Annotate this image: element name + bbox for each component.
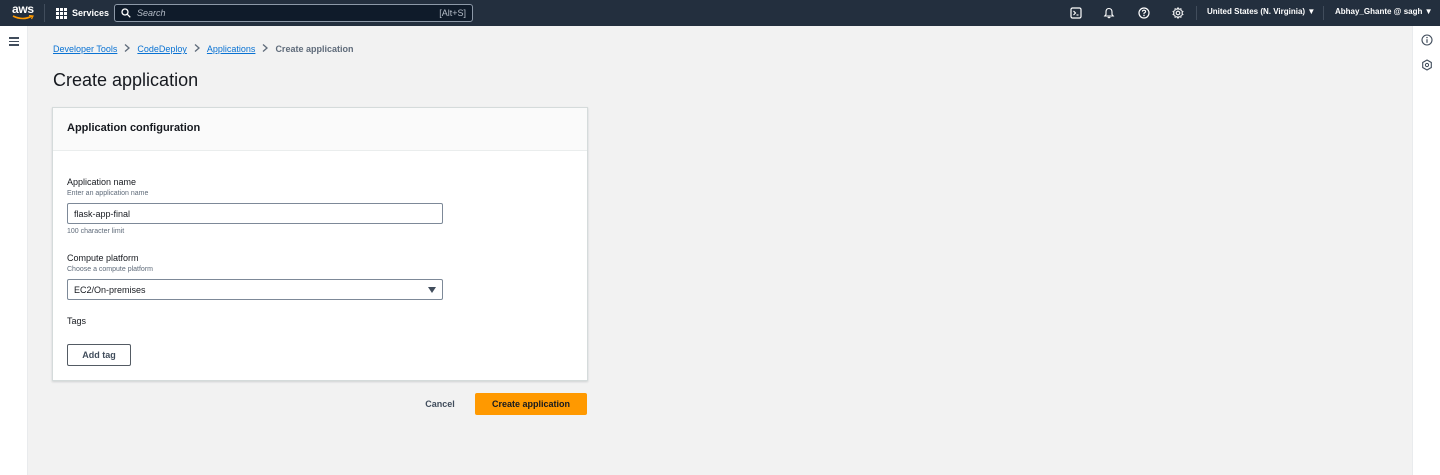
- nav-divider: [1196, 6, 1197, 20]
- application-configuration-panel: Application configuration Application na…: [52, 107, 588, 381]
- compute-platform-description: Choose a compute platform: [67, 266, 153, 273]
- notifications-icon[interactable]: [1102, 6, 1116, 20]
- aws-logo-text: aws: [12, 2, 34, 16]
- caret-down-icon: ▼: [1424, 7, 1433, 16]
- left-navigation-rail: [0, 26, 28, 475]
- nav-divider: [1323, 6, 1324, 20]
- application-name-label: Application name: [67, 177, 137, 187]
- caret-down-icon: ▼: [1307, 7, 1316, 16]
- account-label: Abhay_Ghante @ sagh: [1335, 7, 1423, 16]
- create-application-button[interactable]: Create application: [475, 393, 587, 415]
- caret-down-icon: [428, 286, 436, 293]
- compute-platform-label: Compute platform: [67, 253, 139, 263]
- breadcrumb: Developer Tools CodeDeploy Applications …: [53, 44, 353, 54]
- compute-platform-select[interactable]: EC2/On-premises: [67, 279, 443, 300]
- compute-platform-value: EC2/On-premises: [74, 284, 146, 295]
- help-icon[interactable]: [1137, 6, 1151, 20]
- feedback-icon[interactable]: [1421, 58, 1433, 71]
- settings-icon[interactable]: [1171, 6, 1185, 20]
- panel-header: Application configuration: [53, 108, 587, 151]
- breadcrumb-developer-tools[interactable]: Developer Tools: [53, 44, 117, 54]
- right-tools-rail: [1412, 26, 1440, 475]
- region-selector[interactable]: United States (N. Virginia) ▼: [1207, 7, 1315, 16]
- services-grid-icon: [56, 7, 67, 19]
- search-input[interactable]: [137, 8, 440, 18]
- cancel-button[interactable]: Cancel: [418, 393, 462, 415]
- search-bar[interactable]: [Alt+S]: [114, 4, 473, 22]
- add-tag-button[interactable]: Add tag: [67, 344, 131, 366]
- tags-label: Tags: [67, 316, 87, 326]
- panel-title: Application configuration: [67, 122, 201, 134]
- search-icon: [121, 8, 131, 18]
- services-label: Services: [72, 8, 110, 18]
- page-title: Create application: [53, 70, 199, 90]
- top-navigation: aws Services [Alt+S]: [0, 0, 1440, 26]
- region-label: United States (N. Virginia): [1207, 7, 1306, 16]
- aws-logo[interactable]: aws: [12, 3, 36, 23]
- chevron-right-icon: [124, 44, 131, 54]
- chevron-right-icon: [194, 44, 200, 54]
- breadcrumb-codedeploy[interactable]: CodeDeploy: [137, 44, 187, 54]
- services-menu-button[interactable]: Services: [56, 6, 109, 20]
- nav-divider: [44, 4, 45, 22]
- breadcrumb-current: Create application: [275, 44, 354, 54]
- application-name-constraint: 100 character limit: [67, 228, 125, 235]
- cloudshell-icon[interactable]: [1069, 6, 1083, 20]
- menu-icon[interactable]: [9, 37, 19, 46]
- breadcrumb-applications[interactable]: Applications: [207, 44, 256, 54]
- search-shortcut: [Alt+S]: [439, 8, 466, 18]
- application-name-description: Enter an application name: [67, 190, 149, 197]
- info-icon[interactable]: [1421, 33, 1433, 46]
- account-menu[interactable]: Abhay_Ghante @ sagh ▼: [1335, 7, 1433, 16]
- application-name-input[interactable]: [67, 203, 443, 224]
- chevron-right-icon: [262, 44, 269, 54]
